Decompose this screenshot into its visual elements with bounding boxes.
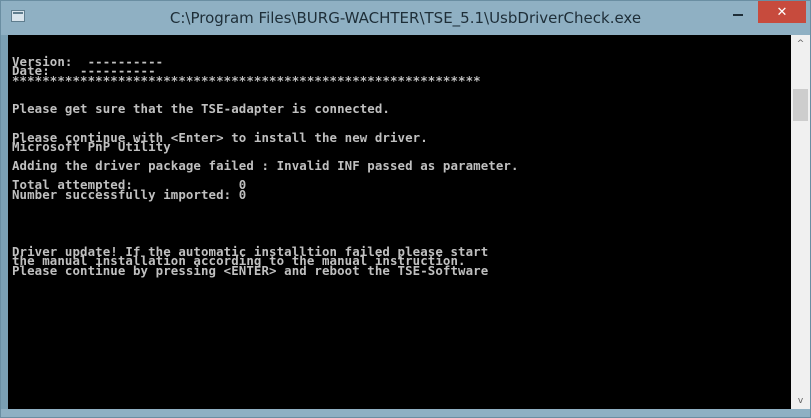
console-line: ****************************************… xyxy=(12,72,481,88)
scroll-up-arrow-icon[interactable]: ^ xyxy=(791,35,810,52)
console-text: Version: ---------- Date: ---------- *****… xyxy=(12,47,519,278)
console-line: Adding the driver package failed : Inval… xyxy=(12,158,519,173)
console-line: Please get sure that the TSE-adapter is … xyxy=(12,101,390,116)
scroll-thumb[interactable] xyxy=(793,89,808,121)
console-output[interactable]: Version: ---------- Date: ---------- *****… xyxy=(8,35,791,409)
minimize-icon xyxy=(733,14,743,16)
console-line: Please continue by pressing <ENTER> and … xyxy=(12,262,489,278)
vertical-scrollbar[interactable]: ^ v xyxy=(791,35,810,409)
close-icon: ✕ xyxy=(776,4,788,20)
minimize-button[interactable] xyxy=(725,1,751,23)
close-button[interactable]: ✕ xyxy=(758,1,806,23)
scroll-down-arrow-icon[interactable]: v xyxy=(791,392,810,409)
window-title: C:\Program Files\BURG-WACHTER\TSE_5.1\Us… xyxy=(169,9,642,27)
console-window: C:\Program Files\BURG-WACHTER\TSE_5.1\Us… xyxy=(0,0,811,418)
window-bottom-border xyxy=(1,409,810,417)
title-bar[interactable]: C:\Program Files\BURG-WACHTER\TSE_5.1\Us… xyxy=(1,1,810,35)
console-line: Number successfully imported: 0 xyxy=(12,186,247,202)
